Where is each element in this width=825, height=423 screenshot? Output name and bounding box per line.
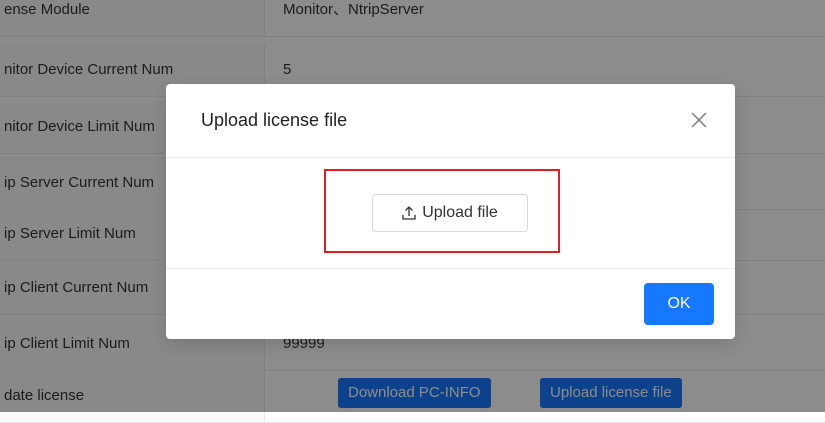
upload-file-button[interactable]: Upload file xyxy=(372,194,528,232)
upload-file-label: Upload file xyxy=(422,204,498,221)
dialog-body: Upload file xyxy=(166,158,735,269)
upload-icon xyxy=(402,206,416,220)
ok-button[interactable]: OK xyxy=(644,283,714,325)
close-icon[interactable] xyxy=(689,110,709,130)
dialog-title: Upload license file xyxy=(201,110,348,130)
upload-license-dialog: Upload license file Upload file OK xyxy=(166,84,735,339)
dialog-header: Upload license file xyxy=(166,84,735,158)
